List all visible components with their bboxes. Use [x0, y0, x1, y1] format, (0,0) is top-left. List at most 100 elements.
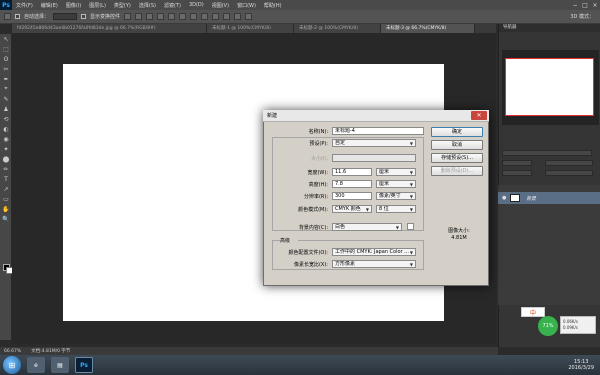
advanced-label[interactable]: 高级 — [280, 237, 298, 244]
auto-select-dropdown[interactable] — [53, 13, 78, 20]
distribute-right-icon[interactable] — [245, 13, 253, 20]
tool-button[interactable]: 🔍 — [0, 214, 12, 224]
save-preset-button[interactable]: 存储预设(S)... — [431, 153, 483, 163]
align-bottom-icon[interactable] — [146, 13, 154, 20]
ok-button[interactable]: 确定 — [431, 127, 483, 137]
tool-button[interactable]: ⬚ — [0, 44, 12, 54]
tool-button[interactable]: ⌖ — [0, 84, 12, 94]
distribute-center-icon[interactable] — [234, 13, 242, 20]
background-color-swatch-box[interactable] — [407, 223, 414, 230]
tool-button[interactable]: ✦ — [0, 144, 12, 154]
menu-item[interactable]: 选择(S) — [135, 2, 160, 9]
tool-button[interactable]: ⬤ — [0, 154, 12, 164]
folder-icon[interactable]: ▤ — [51, 357, 69, 373]
tool-button[interactable]: ◉ — [0, 134, 12, 144]
layer-row[interactable]: ● 背景 — [498, 192, 600, 204]
preset-value: 自定 — [335, 140, 346, 146]
navigator-view-box[interactable] — [505, 58, 594, 116]
photoshop-taskbar-icon[interactable]: Ps — [75, 357, 93, 373]
zoom-level[interactable]: 66.67% — [4, 349, 21, 354]
width-label: 宽度(W): — [307, 170, 328, 176]
ime-toolbar[interactable]: 中 — [521, 307, 545, 317]
height-input[interactable]: 7.8 — [332, 180, 372, 188]
fill-field[interactable] — [545, 170, 593, 176]
chevron-down-icon: ▼ — [409, 194, 413, 199]
name-input[interactable]: 未标题-4 — [332, 127, 424, 135]
delete-preset-button[interactable]: 删除预设(D)... — [431, 166, 483, 176]
background-dropdown[interactable]: 白色 ▼ — [332, 223, 402, 231]
color-profile-label: 颜色配置文件(O): — [288, 250, 328, 256]
taskbar: ⊞ e ▤ Ps 15:13 2016/3/29 — [0, 355, 600, 375]
cancel-button[interactable]: 取消 — [431, 140, 483, 150]
width-input[interactable]: 11.6 — [332, 168, 372, 176]
tool-button[interactable]: ✎ — [0, 94, 12, 104]
tool-button[interactable]: ↗ — [0, 184, 12, 194]
tool-button[interactable]: ✒ — [0, 74, 12, 84]
tool-button[interactable]: ◐ — [0, 124, 12, 134]
doc-tab-active[interactable]: 未标题-3 @ 66.7%(CMYK/8) — [381, 24, 475, 33]
eye-icon[interactable]: ● — [502, 195, 506, 201]
align-top-icon[interactable] — [124, 13, 132, 20]
menu-item[interactable]: 类型(Y) — [110, 2, 135, 9]
name-label: 名称(N): — [308, 129, 328, 135]
distribute-middle-icon[interactable] — [201, 13, 209, 20]
maximize-button[interactable]: □ — [580, 2, 590, 9]
minimize-button[interactable]: − — [570, 2, 580, 9]
width-unit-dropdown[interactable]: 厘米 ▼ — [376, 168, 416, 176]
preset-dropdown[interactable]: 自定 ▼ — [332, 139, 416, 147]
menu-item[interactable]: 3D(D) — [185, 2, 208, 9]
tool-button[interactable]: ↖ — [0, 34, 12, 44]
resolution-unit-dropdown[interactable]: 像素/英寸 ▼ — [376, 192, 416, 200]
blend-mode-dropdown[interactable] — [502, 160, 532, 166]
menu-items: 文件(F) 编辑(E) 图像(I) 图层(L) 类型(Y) 选择(S) 滤镜(T) 3D(D)… — [12, 2, 286, 9]
pixel-aspect-value: 方形像素 — [335, 261, 356, 267]
menu-item[interactable]: 视图(V) — [208, 2, 233, 9]
menu-item[interactable]: 图像(I) — [62, 2, 85, 9]
distribute-top-icon[interactable] — [190, 13, 198, 20]
doc-tab[interactable]: fd29245e866d43ae4b01276fa0fd83de.jpg @ 6… — [12, 24, 207, 33]
chevron-down-icon: ▼ — [409, 262, 413, 267]
auto-select-checkbox[interactable] — [15, 14, 20, 19]
move-tool-icon[interactable] — [4, 13, 11, 20]
menu-item[interactable]: 滤镜(T) — [160, 2, 185, 9]
menu-item[interactable]: 图层(L) — [85, 2, 110, 9]
tool-button[interactable]: T — [0, 174, 12, 184]
doc-tab[interactable]: 未标题-1 @ 100%(CMYK/8) — [207, 24, 294, 33]
browser-icon[interactable]: e — [27, 357, 45, 373]
distribute-left-icon[interactable] — [223, 13, 231, 20]
menu-item[interactable]: 文件(F) — [12, 2, 37, 9]
dialog-close-button[interactable]: ✕ — [471, 111, 487, 120]
navigator-tab[interactable]: 导航器 — [499, 24, 600, 32]
ime-mode-label: 中 — [529, 309, 536, 317]
menu-item[interactable]: 帮助(H) — [260, 2, 286, 9]
tool-button[interactable]: ▭ — [0, 194, 12, 204]
tool-button[interactable]: ʘ — [0, 54, 12, 64]
bit-depth-dropdown[interactable]: 8 位 ▼ — [376, 205, 416, 213]
color-mode-dropdown[interactable]: CMYK 颜色 ▼ — [332, 205, 372, 213]
resolution-input[interactable]: 300 — [332, 192, 372, 200]
align-left-icon[interactable] — [157, 13, 165, 20]
width-unit: 厘米 — [379, 169, 390, 175]
color-mode-value: CMYK 颜色 — [335, 206, 361, 212]
distribute-bottom-icon[interactable] — [212, 13, 220, 20]
menu-item[interactable]: 编辑(E) — [37, 2, 62, 9]
height-unit-dropdown[interactable]: 厘米 ▼ — [376, 180, 416, 188]
menu-item[interactable]: 窗口(W) — [233, 2, 260, 9]
speed-ball[interactable]: 71% — [538, 316, 558, 336]
opacity-field[interactable] — [545, 160, 593, 166]
align-middle-icon[interactable] — [135, 13, 143, 20]
tool-button[interactable]: ♟ — [0, 104, 12, 114]
start-button[interactable]: ⊞ — [3, 356, 21, 374]
lock-icons[interactable] — [502, 170, 532, 176]
color-profile-dropdown[interactable]: 工作中的 CMYK: Japan Color ... ▼ — [332, 248, 416, 256]
tool-button[interactable]: ✏ — [0, 164, 12, 174]
doc-tab[interactable]: 未标题-2 @ 100%(CMYK/8) — [294, 24, 381, 33]
pixel-aspect-dropdown[interactable]: 方形像素 ▼ — [332, 260, 416, 268]
align-right-icon[interactable] — [179, 13, 187, 20]
align-center-icon[interactable] — [168, 13, 176, 20]
show-transform-checkbox[interactable] — [81, 14, 87, 19]
tool-button[interactable]: ⟲ — [0, 114, 12, 124]
close-button[interactable]: × — [590, 2, 600, 9]
tool-button[interactable]: ✋ — [0, 204, 12, 214]
tool-button[interactable]: ✂ — [0, 64, 12, 74]
